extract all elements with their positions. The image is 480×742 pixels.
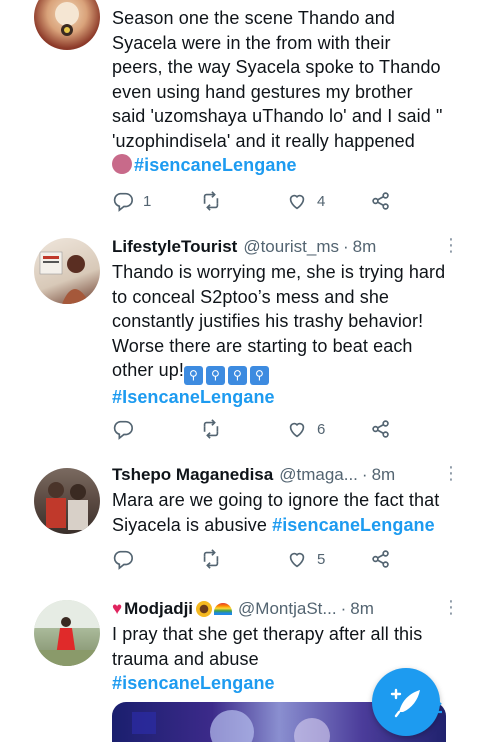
tweet-text: Season one the scene Thando and Syacela … xyxy=(112,8,443,175)
avatar[interactable] xyxy=(34,468,100,534)
hashtag-link[interactable]: #IsencaneLengane xyxy=(112,387,275,407)
retweet-button[interactable] xyxy=(200,418,222,440)
user-handle[interactable]: @MontjaSt... xyxy=(238,599,337,619)
avatar[interactable] xyxy=(34,0,100,50)
woman-emoji xyxy=(112,154,132,174)
share-icon xyxy=(372,420,389,438)
family-emoji: ⚲ xyxy=(183,366,203,385)
tweet-header: Tshepo Maganedisa @tmaga... · 8m ⋮ xyxy=(112,462,460,488)
avatar[interactable] xyxy=(34,600,100,666)
tweet-time[interactable]: 8m xyxy=(350,599,374,619)
user-handle[interactable]: @tourist_ms xyxy=(243,237,339,257)
like-button[interactable]: 4 xyxy=(286,190,325,212)
share-icon xyxy=(372,192,389,210)
share-icon xyxy=(372,550,389,568)
like-count: 5 xyxy=(317,550,326,568)
avatar[interactable] xyxy=(34,238,100,304)
like-count: 4 xyxy=(317,192,326,210)
reply-button[interactable] xyxy=(112,418,134,440)
avatar-image xyxy=(46,482,88,530)
reply-button[interactable] xyxy=(112,548,134,570)
tweet-header: LifestyleTourist @tourist_ms · 8m ⋮ xyxy=(112,234,460,260)
tweet-text: Mara are we going to ignore the fact tha… xyxy=(112,490,440,535)
share-button[interactable] xyxy=(370,190,392,212)
avatar-image xyxy=(55,2,79,36)
tweet-time[interactable]: 8m xyxy=(353,237,377,257)
avatar-image xyxy=(39,251,90,304)
retweet-icon xyxy=(203,191,219,211)
family-emoji: ⚲ xyxy=(205,366,225,385)
reply-icon xyxy=(113,420,133,440)
hashtag-link[interactable]: #isencaneLengane xyxy=(272,515,435,535)
retweet-icon xyxy=(203,549,219,569)
separator-dot: · xyxy=(343,237,349,256)
more-icon[interactable]: ⋮ xyxy=(442,236,460,254)
tweet-header: ♥ Modjadji @MontjaSt... · 8m ⋮ xyxy=(112,596,460,622)
like-button[interactable]: 6 xyxy=(286,418,325,440)
like-count: 6 xyxy=(317,420,326,438)
user-handle[interactable]: @tmaga... xyxy=(279,465,358,485)
tweet-time[interactable]: 8m xyxy=(372,465,396,485)
heart-icon xyxy=(289,422,305,438)
hashtag-link[interactable]: #isencaneLengane xyxy=(134,155,297,175)
share-button[interactable] xyxy=(370,418,392,440)
hashtag-link[interactable]: #isencaneLengane xyxy=(112,673,275,693)
share-button[interactable] xyxy=(370,548,392,570)
reply-icon xyxy=(113,550,133,570)
display-name[interactable]: Modjadji xyxy=(124,599,193,619)
tweet-text: Thando is worrying me, she is trying har… xyxy=(112,262,446,407)
display-name[interactable]: LifestyleTourist xyxy=(112,237,237,257)
heart-emoji: ♥ xyxy=(112,599,123,618)
reply-count: 1 xyxy=(143,192,152,210)
more-icon[interactable]: ⋮ xyxy=(442,598,460,616)
more-icon[interactable]: ⋮ xyxy=(442,464,460,482)
rainbow-emoji xyxy=(214,603,233,615)
heart-icon xyxy=(289,194,305,210)
retweet-icon xyxy=(203,419,219,439)
retweet-button[interactable] xyxy=(200,190,222,212)
sunflower-emoji xyxy=(196,601,213,617)
family-emoji: ⚲ xyxy=(249,366,269,385)
tweet-2[interactable]: LifestyleTourist @tourist_ms · 8m ⋮ Than… xyxy=(0,224,480,453)
heart-icon xyxy=(289,552,305,568)
avatar-image xyxy=(34,600,100,666)
reply-button[interactable]: 1 xyxy=(112,190,151,212)
tweet-1[interactable]: Season one the scene Thando and Syacela … xyxy=(0,0,480,225)
reply-icon xyxy=(113,192,133,212)
tweet-3[interactable]: Tshepo Maganedisa @tmaga... · 8m ⋮ Mara … xyxy=(0,452,480,587)
family-emoji: ⚲ xyxy=(227,366,247,385)
retweet-button[interactable] xyxy=(200,548,222,570)
like-button[interactable]: 5 xyxy=(286,548,325,570)
display-name[interactable]: Tshepo Maganedisa xyxy=(112,465,273,485)
separator-dot: · xyxy=(340,599,347,618)
separator-dot: · xyxy=(361,465,368,484)
download-icon[interactable] xyxy=(428,694,444,714)
